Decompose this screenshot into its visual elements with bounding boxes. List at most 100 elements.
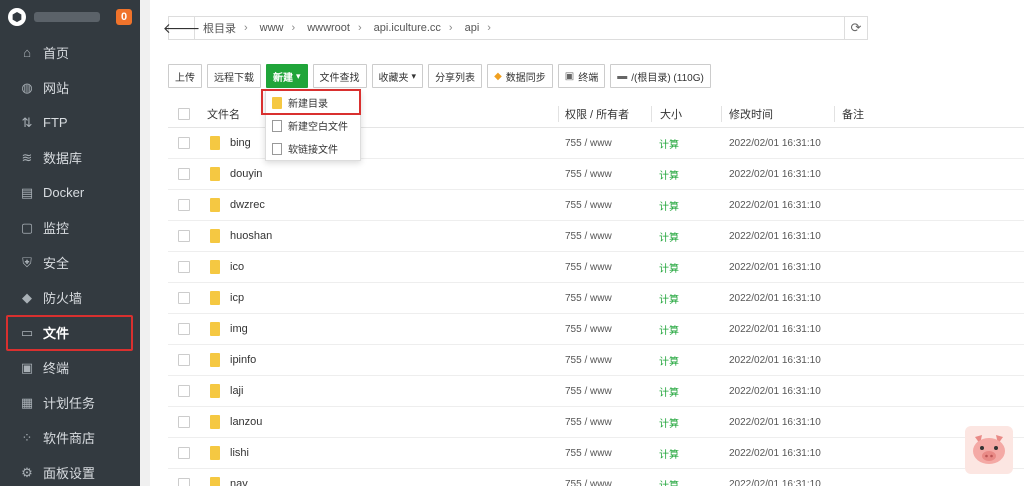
file-name[interactable]: douyin [230,168,262,180]
size-calc-link[interactable]: 计算 [659,376,679,406]
size-calc-link[interactable]: 计算 [659,190,679,220]
row-checkbox[interactable] [178,128,190,158]
permission-cell[interactable]: 755 / www [565,221,612,251]
checkbox[interactable] [178,385,190,397]
table-row[interactable]: img 755 / www 计算 2022/02/01 16:31:10 [168,314,1024,345]
row-checkbox[interactable] [178,159,190,189]
row-checkbox[interactable] [178,407,190,437]
checkbox[interactable] [178,354,190,366]
file-name-cell[interactable]: icp [210,283,244,313]
file-name-cell[interactable]: huoshan [210,221,272,251]
table-row[interactable]: douyin 755 / www 计算 2022/02/01 16:31:10 [168,159,1024,190]
table-row[interactable]: nav 755 / www 计算 2022/02/01 16:31:10 [168,469,1024,486]
header-mtime[interactable]: 修改时间 [729,100,773,127]
checkbox[interactable] [178,261,190,273]
table-row[interactable]: lishi 755 / www 计算 2022/02/01 16:31:10 [168,438,1024,469]
new-directory-item[interactable]: 新建目录 [266,91,360,114]
sidebar-item[interactable]: ▦ 计划任务 [0,385,140,420]
notification-badge[interactable]: 0 [116,9,132,25]
permission-cell[interactable]: 755 / www [565,252,612,282]
file-name-cell[interactable]: laji [210,376,243,406]
permission-cell[interactable]: 755 / www [565,128,612,158]
row-checkbox[interactable] [178,283,190,313]
symlink-file-item[interactable]: 软链接文件 [266,137,360,160]
file-search-button[interactable]: 文件查找 [312,64,367,88]
checkbox[interactable] [178,447,190,459]
permission-cell[interactable]: 755 / www [565,438,612,468]
checkbox[interactable] [178,292,190,304]
sidebar-item[interactable]: ⌂ 首页 [0,35,140,70]
file-name[interactable]: lanzou [230,416,262,428]
file-name-cell[interactable]: dwzrec [210,190,265,220]
favorites-button[interactable]: 收藏夹 ▾ [371,64,424,88]
breadcrumb-api[interactable]: api › [457,22,495,34]
size-calc-link[interactable]: 计算 [659,252,679,282]
sidebar-item[interactable]: ⚙ 面板设置 [0,455,140,486]
file-name[interactable]: img [230,323,248,335]
size-calc-link[interactable]: 计算 [659,128,679,158]
sidebar-item[interactable]: ▤ Docker [0,175,140,210]
size-calc-link[interactable]: 计算 [659,345,679,375]
sidebar-item[interactable]: ▣ 终端 [0,350,140,385]
file-name-cell[interactable]: douyin [210,159,262,189]
file-name-cell[interactable]: lanzou [210,407,262,437]
breadcrumb-domain[interactable]: api.iculture.cc › [366,22,457,34]
checkbox[interactable] [178,416,190,428]
file-name[interactable]: dwzrec [230,199,265,211]
file-name[interactable]: bing [230,137,251,149]
file-name-cell[interactable]: ico [210,252,244,282]
permission-cell[interactable]: 755 / www [565,407,612,437]
file-name-cell[interactable]: bing [210,128,251,158]
checkbox[interactable] [178,478,190,486]
table-row[interactable]: lanzou 755 / www 计算 2022/02/01 16:31:10 [168,407,1024,438]
row-checkbox[interactable] [178,438,190,468]
table-row[interactable]: laji 755 / www 计算 2022/02/01 16:31:10 [168,376,1024,407]
permission-cell[interactable]: 755 / www [565,469,612,486]
new-blank-file-item[interactable]: 新建空白文件 [266,114,360,137]
row-checkbox[interactable] [178,190,190,220]
permission-cell[interactable]: 755 / www [565,345,612,375]
permission-cell[interactable]: 755 / www [565,283,612,313]
data-sync-button[interactable]: ◆ 数据同步 [487,64,553,88]
size-calc-link[interactable]: 计算 [659,283,679,313]
sidebar-item[interactable]: ◍ 网站 [0,70,140,105]
new-button[interactable]: 新建 ▾ [266,64,308,88]
row-checkbox[interactable] [178,469,190,486]
size-calc-link[interactable]: 计算 [659,221,679,251]
file-name[interactable]: ico [230,261,244,273]
checkbox[interactable] [178,230,190,242]
row-checkbox[interactable] [178,314,190,344]
refresh-icon[interactable]: ⟳ [844,17,867,39]
checkbox[interactable] [178,168,190,180]
file-name-cell[interactable]: img [210,314,248,344]
row-checkbox[interactable] [178,345,190,375]
share-list-button[interactable]: 分享列表 [428,64,483,88]
checkbox[interactable] [178,107,190,120]
size-calc-link[interactable]: 计算 [659,469,679,486]
file-name[interactable]: ipinfo [230,354,256,366]
upload-button[interactable]: 上传 [168,64,202,88]
file-name[interactable]: icp [230,292,244,304]
size-calc-link[interactable]: 计算 [659,314,679,344]
sidebar-item[interactable]: ⁘ 软件商店 [0,420,140,455]
table-row[interactable]: ipinfo 755 / www 计算 2022/02/01 16:31:10 [168,345,1024,376]
table-row[interactable]: ico 755 / www 计算 2022/02/01 16:31:10 [168,252,1024,283]
permission-cell[interactable]: 755 / www [565,190,612,220]
breadcrumb-root[interactable]: 根目录 › [195,20,252,36]
file-name-cell[interactable]: ipinfo [210,345,256,375]
header-filename[interactable]: 文件名 [207,100,240,127]
file-name[interactable]: nav [230,478,248,486]
size-calc-link[interactable]: 计算 [659,159,679,189]
row-checkbox[interactable] [178,221,190,251]
checkbox[interactable] [178,323,190,335]
table-row[interactable]: huoshan 755 / www 计算 2022/02/01 16:31:10 [168,221,1024,252]
row-checkbox[interactable] [178,252,190,282]
header-permission[interactable]: 权限 / 所有者 [565,100,629,127]
file-name[interactable]: lishi [230,447,249,459]
terminal-button[interactable]: ▣ 终端 [557,64,606,88]
checkbox[interactable] [178,199,190,211]
row-checkbox[interactable] [178,376,190,406]
remote-download-button[interactable]: 远程下载 [207,64,261,88]
mascot-pig-icon[interactable] [965,426,1013,474]
table-row[interactable]: icp 755 / www 计算 2022/02/01 16:31:10 [168,283,1024,314]
